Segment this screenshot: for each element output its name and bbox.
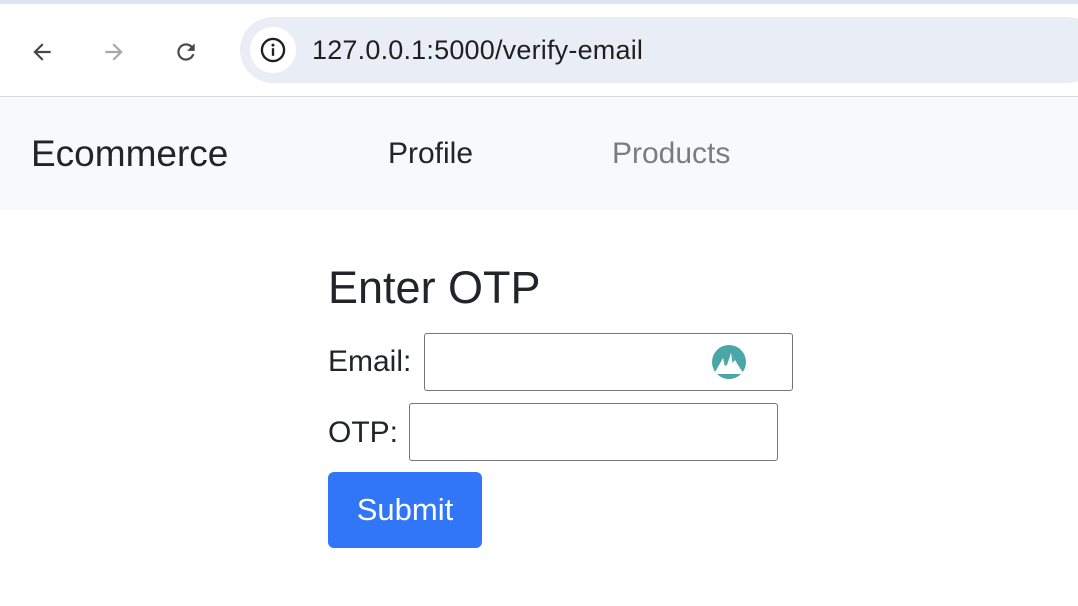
email-label: Email: [328,345,412,378]
arrow-left-icon [33,43,51,61]
reload-button[interactable] [166,32,206,72]
back-button[interactable] [22,32,62,72]
nav-link-products[interactable]: Products [612,137,730,171]
otp-input[interactable] [409,403,778,461]
reload-icon [177,43,195,61]
forward-button[interactable] [94,32,134,72]
arrow-right-icon [105,43,123,61]
password-manager-icon[interactable] [711,344,747,380]
address-bar[interactable]: 127.0.0.1:5000/verify-email [240,17,1078,83]
otp-label: OTP: [328,416,399,449]
submit-button[interactable]: Submit [328,472,482,548]
browser-toolbar: 127.0.0.1:5000/verify-email [0,0,1078,97]
page-title: Enter OTP [328,262,541,313]
site-info-button[interactable] [250,27,296,73]
info-icon [260,37,286,63]
nav-link-profile[interactable]: Profile [388,137,473,171]
site-navbar: Ecommerce Profile Products [0,97,1078,210]
url-text[interactable]: 127.0.0.1:5000/verify-email [312,35,643,66]
navbar-brand[interactable]: Ecommerce [31,133,228,175]
